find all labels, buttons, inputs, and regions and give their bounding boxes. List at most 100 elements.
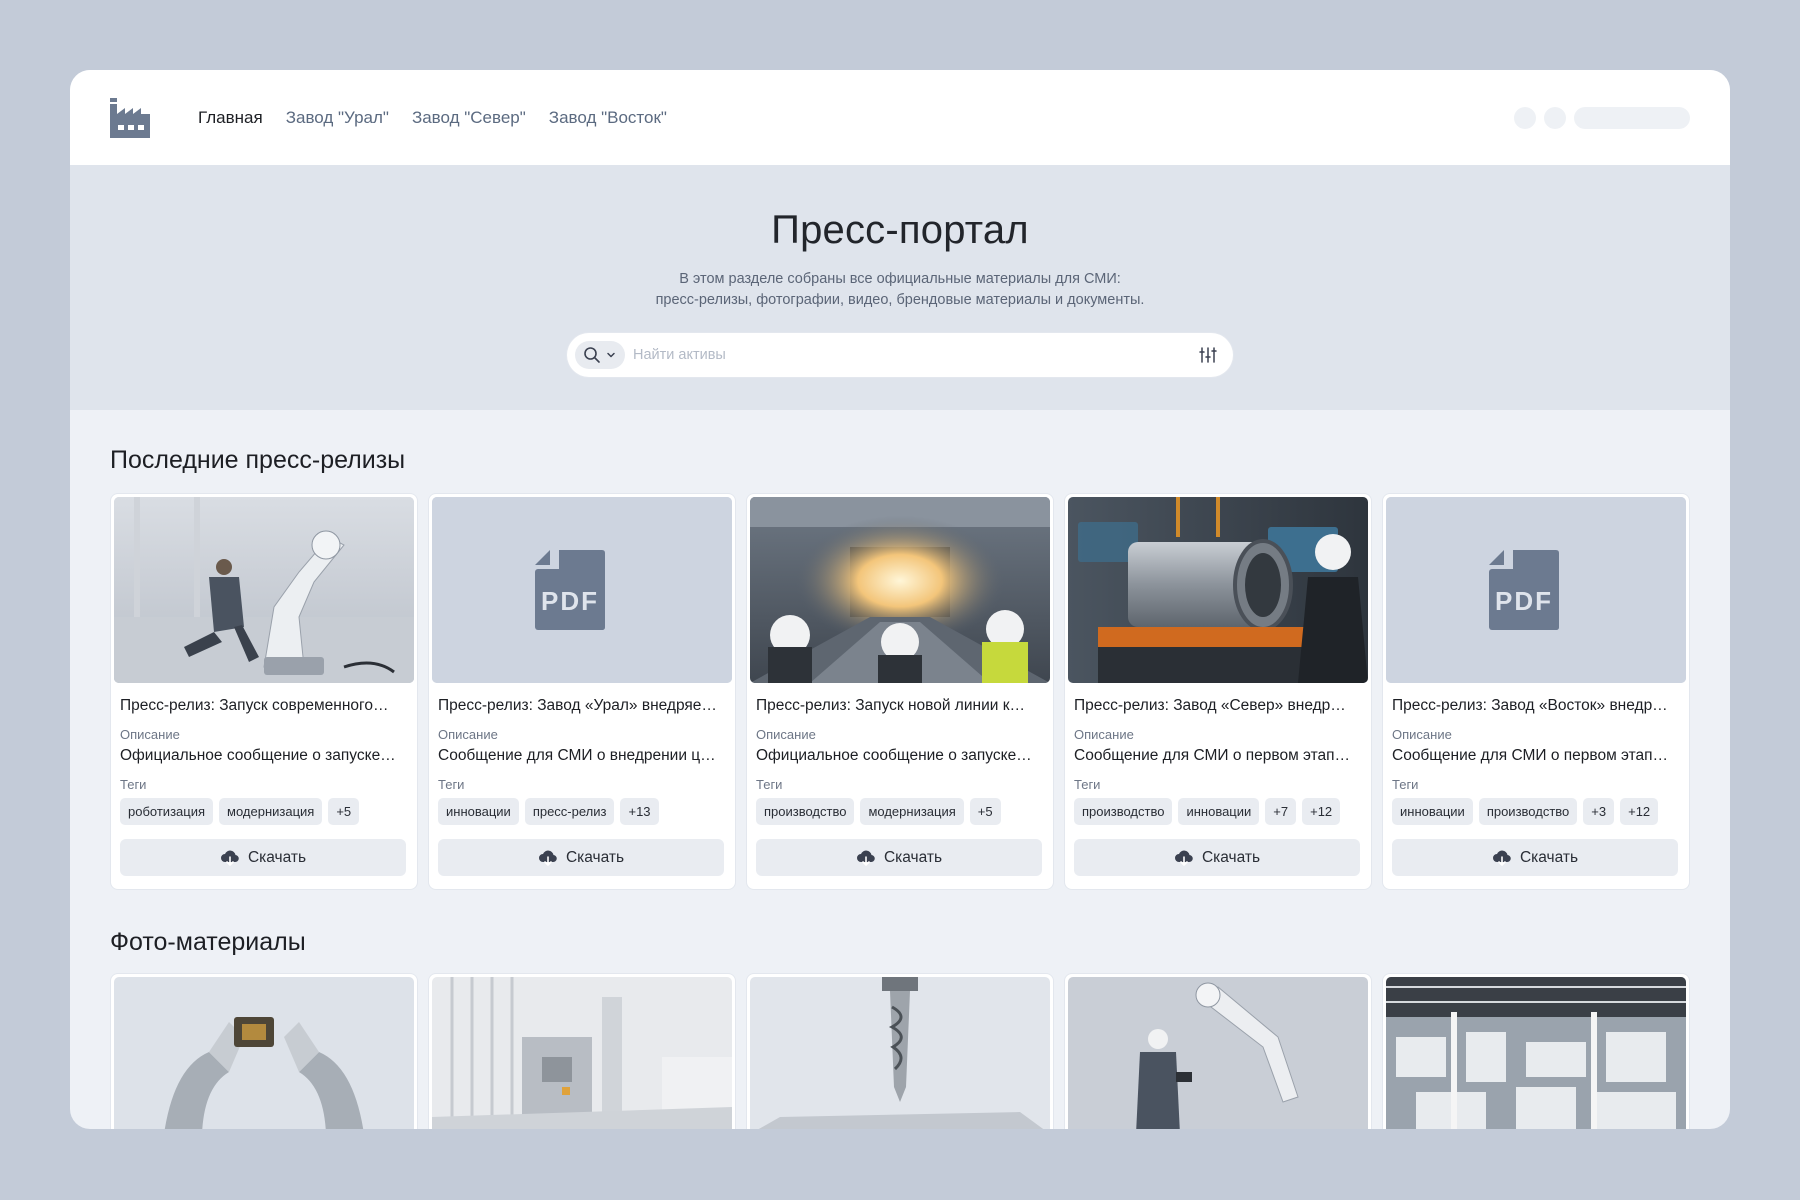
card-description: Официальное сообщение о запуске…: [756, 747, 1032, 764]
nav-item-vostok[interactable]: Завод "Восток": [549, 108, 667, 128]
card-thumbnail-robot[interactable]: [114, 497, 414, 683]
tag-more-chip[interactable]: +5: [328, 798, 360, 825]
skeleton-dot: [1544, 107, 1566, 129]
subtitle-line-1: В этом разделе собраны все официальные м…: [679, 271, 1121, 287]
user-area-placeholder: [1514, 107, 1690, 129]
description-label: Описание: [1392, 727, 1452, 742]
nav-item-ural[interactable]: Завод "Урал": [286, 108, 389, 128]
subtitle-line-2: пресс-релизы, фотографии, видео, брендов…: [655, 292, 1145, 308]
download-button[interactable]: Скачать: [438, 839, 724, 876]
tag-chip[interactable]: инновации: [1392, 798, 1473, 825]
tag-list: инновации пресс-релиз +13: [438, 798, 726, 825]
main-nav: Главная Завод "Урал" Завод "Север" Завод…: [198, 108, 667, 128]
photo-gallery: [110, 973, 1730, 1129]
description-label: Описание: [438, 727, 498, 742]
tag-chip[interactable]: пресс-релиз: [524, 798, 615, 825]
svg-text:PDF: PDF: [1495, 586, 1553, 616]
tag-chip[interactable]: производство: [1478, 798, 1578, 825]
cloud-download-icon: [538, 850, 557, 866]
tag-more-chip[interactable]: +13: [620, 798, 659, 825]
app-window: Главная Завод "Урал" Завод "Север" Завод…: [70, 70, 1730, 1129]
tag-chip[interactable]: модернизация: [219, 798, 323, 825]
tag-list: производство инновации +7 +12: [1074, 798, 1362, 825]
cloud-download-icon: [856, 850, 875, 866]
card-description: Официальное сообщение о запуске…: [120, 747, 396, 764]
press-release-card[interactable]: Пресс-релиз: Запуск современного… Описан…: [110, 493, 418, 890]
tags-label: Теги: [120, 777, 147, 792]
press-release-card[interactable]: Пресс-релиз: Запуск новой линии к… Описа…: [746, 493, 1054, 890]
search-bar: [567, 333, 1233, 377]
card-thumbnail-line[interactable]: [750, 497, 1050, 683]
search-mode-selector[interactable]: [575, 341, 625, 369]
download-label: Скачать: [1519, 848, 1579, 866]
tag-list: инновации производство +3 +12: [1392, 798, 1680, 825]
tag-more-chip[interactable]: +7: [1265, 798, 1297, 825]
tag-more-chip[interactable]: +12: [1620, 798, 1659, 825]
download-label: Скачать: [565, 848, 625, 866]
download-label: Скачать: [1201, 848, 1261, 866]
tag-chip[interactable]: производство: [756, 798, 855, 825]
download-button[interactable]: Скачать: [120, 839, 406, 876]
tag-more-chip[interactable]: +12: [1302, 798, 1341, 825]
card-thumbnail-cylinder[interactable]: [1068, 497, 1368, 683]
tag-list: производство модернизация +5: [756, 798, 1044, 825]
download-button[interactable]: Скачать: [756, 839, 1042, 876]
press-release-list: Пресс-релиз: Запуск современного… Описан…: [110, 493, 1730, 890]
page-subtitle: В этом разделе собраны все официальные м…: [656, 269, 1145, 311]
photo-card-drill[interactable]: [746, 973, 1054, 1129]
svg-text:PDF: PDF: [541, 586, 599, 616]
cloud-download-icon: [220, 850, 239, 866]
press-release-card[interactable]: Пресс-релиз: Завод «Север» внедр… Описан…: [1064, 493, 1372, 890]
card-title[interactable]: Пресс-релиз: Завод «Север» внедр…: [1074, 697, 1362, 715]
search-icon: [584, 347, 600, 363]
nav-item-home[interactable]: Главная: [198, 108, 263, 128]
card-thumbnail-pdf[interactable]: PDF: [1386, 497, 1686, 683]
search-input[interactable]: [633, 347, 1193, 363]
hero-section: Пресс-портал В этом разделе собраны все …: [70, 165, 1730, 410]
card-description: Сообщение для СМИ о первом этап…: [1074, 747, 1351, 764]
tag-more-chip[interactable]: +5: [969, 798, 1001, 825]
filter-button[interactable]: [1193, 340, 1223, 370]
card-title[interactable]: Пресс-релиз: Запуск новой линии к…: [756, 697, 1044, 715]
tags-label: Теги: [1392, 777, 1419, 792]
cloud-download-icon: [1492, 850, 1511, 866]
top-navigation-bar: Главная Завод "Урал" Завод "Север" Завод…: [70, 70, 1730, 165]
tags-label: Теги: [756, 777, 783, 792]
description-label: Описание: [1074, 727, 1134, 742]
nav-item-sever[interactable]: Завод "Север": [412, 108, 526, 128]
description-label: Описание: [756, 727, 816, 742]
card-title[interactable]: Пресс-релиз: Запуск современного…: [120, 697, 408, 715]
description-label: Описание: [120, 727, 180, 742]
photo-card-engineer-robot[interactable]: [1064, 973, 1372, 1129]
page-title: Пресс-портал: [771, 208, 1029, 252]
section-title-press: Последние пресс-релизы: [110, 446, 406, 474]
card-title[interactable]: Пресс-релиз: Завод «Восток» внедр…: [1392, 697, 1680, 715]
tag-chip[interactable]: производство: [1074, 798, 1173, 825]
tag-chip[interactable]: роботизация: [120, 798, 214, 825]
skeleton-bar: [1574, 107, 1690, 129]
chevron-down-icon: [607, 352, 615, 358]
photo-card-factory-floor[interactable]: [1382, 973, 1690, 1129]
tag-list: роботизация модернизация +5: [120, 798, 408, 825]
tag-chip[interactable]: инновации: [1178, 798, 1260, 825]
card-title[interactable]: Пресс-релиз: Завод «Урал» внедряе…: [438, 697, 726, 715]
cloud-download-icon: [1174, 850, 1193, 866]
download-label: Скачать: [247, 848, 307, 866]
photo-card-industrial-hall[interactable]: [428, 973, 736, 1129]
section-title-photos: Фото-материалы: [110, 928, 306, 956]
skeleton-dot: [1514, 107, 1536, 129]
pdf-file-icon: PDF: [1386, 497, 1686, 683]
download-button[interactable]: Скачать: [1392, 839, 1678, 876]
tag-chip[interactable]: инновации: [438, 798, 519, 825]
factory-icon[interactable]: [110, 97, 150, 138]
card-description: Сообщение для СМИ о первом этап…: [1392, 747, 1669, 764]
card-description: Сообщение для СМИ о внедрении ц…: [438, 747, 716, 764]
card-thumbnail-pdf[interactable]: PDF: [432, 497, 732, 683]
tag-chip[interactable]: модернизация: [860, 798, 964, 825]
press-release-card[interactable]: PDF Пресс-релиз: Завод «Восток» внедр… О…: [1382, 493, 1690, 890]
download-button[interactable]: Скачать: [1074, 839, 1360, 876]
tag-more-chip[interactable]: +3: [1583, 798, 1615, 825]
photo-card-robot-hands[interactable]: [110, 973, 418, 1129]
press-release-card[interactable]: PDF Пресс-релиз: Завод «Урал» внедряе… О…: [428, 493, 736, 890]
download-label: Скачать: [883, 848, 943, 866]
